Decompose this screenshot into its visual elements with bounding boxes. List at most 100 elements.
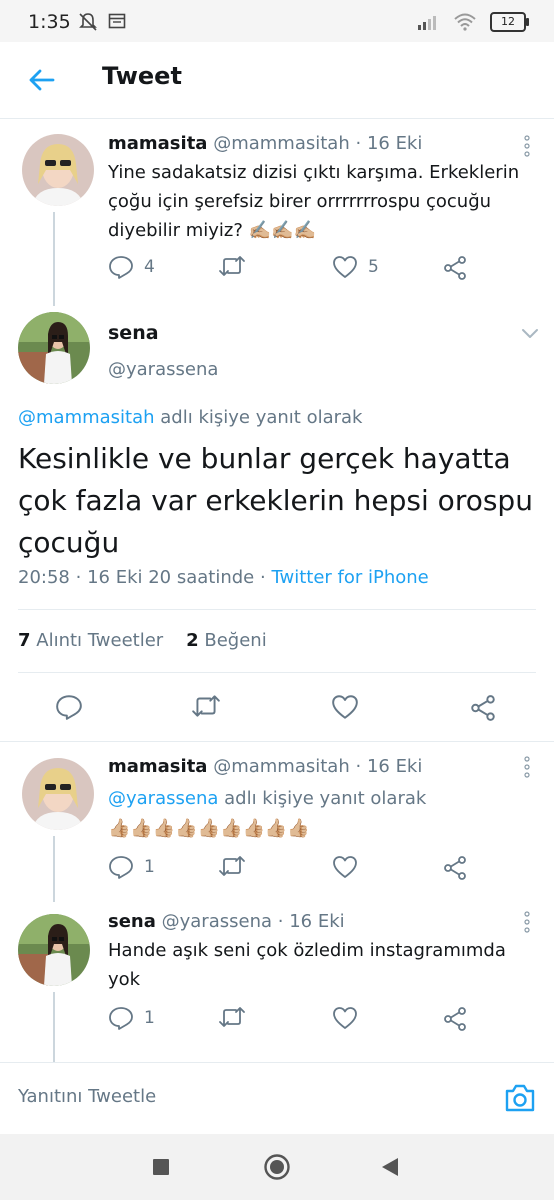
tweet-date: 16 Eki bbox=[289, 911, 345, 932]
thread-line bbox=[53, 992, 55, 1062]
recents-icon[interactable] bbox=[152, 1158, 170, 1176]
tweet-text: Kesinlikle ve bunlar gerçek hayatta çok … bbox=[18, 442, 533, 559]
system-nav-bar bbox=[0, 1134, 554, 1200]
reply-icon bbox=[109, 1007, 133, 1030]
tweet-stats: 7 Alıntı Tweetler 2 Beğeni bbox=[18, 630, 267, 651]
quote-stat[interactable]: 7 Alıntı Tweetler bbox=[18, 630, 163, 651]
reply-context: @yarassena adlı kişiye yanıt olarak bbox=[108, 784, 528, 813]
tweet-header: sena @yarassena · 16 Eki bbox=[108, 911, 345, 932]
camera-icon[interactable] bbox=[504, 1083, 536, 1113]
tweet-text: Hande aşık seni çok özledim instagramımd… bbox=[108, 940, 506, 990]
reply-count: 1 bbox=[144, 857, 155, 877]
like-button[interactable]: 5 bbox=[332, 255, 379, 279]
like-stat[interactable]: 2 Beğeni bbox=[186, 630, 267, 651]
reply-to-label: adlı kişiye yanıt olarak bbox=[218, 788, 427, 809]
reply-count: 1 bbox=[144, 1008, 155, 1028]
more-options-icon[interactable] bbox=[522, 135, 532, 157]
avatar[interactable] bbox=[18, 312, 90, 384]
tweet-date: 16 Eki bbox=[366, 756, 423, 777]
page-title: Tweet bbox=[102, 62, 182, 90]
back-nav-icon[interactable] bbox=[380, 1156, 400, 1178]
reply-icon bbox=[109, 856, 133, 879]
retweet-button[interactable] bbox=[191, 694, 221, 718]
avatar[interactable] bbox=[18, 914, 90, 986]
tweet-date: 16 Eki 20 saatinde bbox=[87, 567, 255, 588]
avatar[interactable] bbox=[22, 758, 94, 830]
separator-dot: · bbox=[277, 911, 284, 932]
tweet-source[interactable]: Twitter for iPhone bbox=[271, 567, 428, 588]
share-button[interactable] bbox=[442, 255, 468, 281]
author-handle: @mammasitah bbox=[213, 756, 350, 777]
tweet-meta: 20:58 · 16 Eki 20 saatinde · Twitter for… bbox=[18, 567, 429, 588]
reply-icon bbox=[109, 256, 133, 279]
reply-input[interactable]: Yanıtını Tweetle bbox=[18, 1086, 156, 1107]
more-options-icon[interactable] bbox=[522, 911, 532, 933]
tweet-text: 👍🏼👍🏼👍🏼👍🏼👍🏼👍🏼👍🏼👍🏼👍🏼 bbox=[108, 818, 310, 839]
share-icon bbox=[444, 856, 466, 880]
reply-button[interactable]: 1 bbox=[108, 855, 155, 879]
tweet-text: Yine sadakatsiz dizisi çıktı karşıma. Er… bbox=[108, 162, 520, 241]
retweet-icon bbox=[219, 856, 245, 876]
like-button[interactable] bbox=[332, 1006, 358, 1030]
tweet-actions: 4 5 bbox=[108, 255, 528, 281]
separator-dot: · bbox=[75, 567, 82, 588]
heart-icon bbox=[333, 856, 357, 878]
tweet-date: 16 Eki bbox=[366, 133, 423, 154]
heart-icon bbox=[332, 695, 358, 719]
separator-dot: · bbox=[260, 567, 266, 588]
author-handle: @yarassena bbox=[161, 911, 273, 932]
reply-button[interactable]: 4 bbox=[108, 255, 155, 279]
reply-icon bbox=[56, 695, 82, 720]
reply-button[interactable]: 1 bbox=[108, 1006, 155, 1030]
app-header: Tweet bbox=[0, 42, 554, 119]
heart-icon bbox=[333, 256, 357, 278]
separator-dot: · bbox=[355, 756, 362, 777]
tweet-actions: 1 bbox=[108, 1006, 528, 1032]
tweet-time: 20:58 bbox=[18, 567, 70, 588]
thread-line bbox=[53, 836, 55, 902]
status-left-icons bbox=[78, 12, 126, 32]
like-count: 5 bbox=[368, 257, 379, 277]
separator-dot: · bbox=[355, 133, 362, 154]
like-button[interactable] bbox=[331, 694, 359, 720]
reply-button[interactable] bbox=[55, 694, 83, 720]
retweet-button[interactable] bbox=[218, 255, 246, 277]
wifi-icon bbox=[454, 13, 476, 31]
share-button[interactable] bbox=[469, 694, 497, 722]
divider bbox=[18, 609, 536, 610]
divider bbox=[18, 672, 536, 673]
author-handle: @mammasitah bbox=[213, 133, 350, 154]
more-options-icon[interactable] bbox=[522, 756, 532, 778]
reply-to-label: adlı kişiye yanıt olarak bbox=[154, 407, 363, 428]
author-name[interactable]: mamasita bbox=[108, 756, 207, 777]
thread-line bbox=[53, 212, 55, 306]
chevron-down-icon[interactable] bbox=[520, 326, 540, 340]
tweet-header: mamasita @mammasitah · 16 Eki bbox=[108, 756, 422, 777]
retweet-button[interactable] bbox=[218, 855, 246, 877]
reply-context: @mammasitah adlı kişiye yanıt olarak bbox=[18, 407, 362, 428]
author-name[interactable]: mamasita bbox=[108, 133, 207, 154]
author-name[interactable]: sena bbox=[108, 322, 159, 344]
like-button[interactable] bbox=[332, 855, 358, 879]
home-icon[interactable] bbox=[263, 1153, 291, 1181]
share-button[interactable] bbox=[442, 855, 468, 881]
share-icon bbox=[444, 256, 466, 280]
share-icon bbox=[444, 1007, 466, 1031]
tweet-actions: 1 bbox=[108, 855, 528, 881]
retweet-button[interactable] bbox=[218, 1006, 246, 1028]
reply-to-link[interactable]: @yarassena bbox=[108, 788, 218, 809]
quote-count: 7 bbox=[18, 630, 31, 651]
back-arrow-icon[interactable] bbox=[24, 62, 60, 98]
quote-label: Alıntı Tweetler bbox=[36, 630, 164, 651]
avatar[interactable] bbox=[22, 134, 94, 206]
author-name[interactable]: sena bbox=[108, 911, 156, 932]
reply-count: 4 bbox=[144, 257, 155, 277]
retweet-icon bbox=[219, 1007, 245, 1027]
retweet-icon bbox=[219, 256, 245, 276]
share-button[interactable] bbox=[442, 1006, 468, 1032]
main-tweet-actions bbox=[55, 694, 515, 722]
like-label: Beğeni bbox=[204, 630, 267, 651]
heart-icon bbox=[333, 1007, 357, 1029]
status-time: 1:35 bbox=[28, 11, 71, 33]
reply-to-link[interactable]: @mammasitah bbox=[18, 407, 155, 428]
